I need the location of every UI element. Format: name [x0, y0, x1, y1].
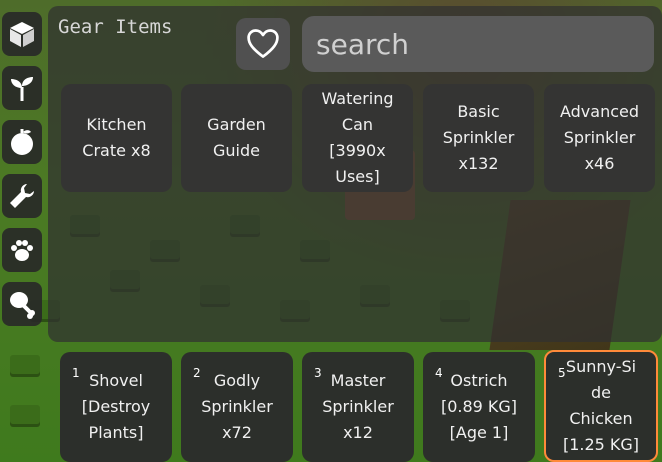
heart-icon	[247, 29, 279, 58]
fruit-icon	[11, 129, 33, 155]
favorites-button[interactable]	[236, 18, 290, 70]
category-pets[interactable]	[2, 228, 42, 272]
hotbar-slot-3[interactable]: 3 Master Sprinkler x12	[302, 352, 414, 462]
slot-label: Godly Sprinkler x72	[201, 371, 273, 442]
item-label: Garden Guide	[207, 115, 266, 160]
drumstick-icon	[10, 292, 35, 319]
slot-label: Master Sprinkler x12	[322, 371, 394, 442]
slot-number: 2	[193, 366, 201, 380]
category-fruits[interactable]	[2, 120, 42, 164]
grass-tile	[10, 405, 40, 427]
grass-tile	[10, 355, 40, 377]
slot-number: 5	[558, 366, 566, 380]
gear-item[interactable]: Garden Guide	[181, 84, 292, 192]
hotbar-slot-5-selected[interactable]: 5 Sunny-Si de Chicken [1.25 KG]	[544, 350, 658, 462]
paw-icon	[11, 240, 33, 261]
hotbar-slot-1[interactable]: 1 Shovel [Destroy Plants]	[60, 352, 172, 462]
category-seeds[interactable]	[2, 66, 42, 110]
gear-item[interactable]: Watering Can [3990x Uses]	[302, 84, 413, 192]
panel-title: Gear Items	[58, 16, 173, 38]
hotbar-slot-4[interactable]: 4 Ostrich [0.89 KG] [Age 1]	[423, 352, 535, 462]
slot-number: 4	[435, 366, 443, 380]
category-sidebar	[0, 10, 46, 330]
search-input[interactable]	[302, 16, 654, 72]
crate-icon	[10, 22, 34, 47]
hotbar-slot-2[interactable]: 2 Godly Sprinkler x72	[181, 352, 293, 462]
wrench-icon	[10, 184, 34, 208]
item-label: Basic Sprinkler x132	[442, 102, 515, 173]
slot-label: Sunny-Si de Chicken [1.25 KG]	[562, 357, 640, 454]
slot-number: 1	[72, 366, 80, 380]
item-label: Advanced Sprinkler x46	[559, 102, 640, 173]
gear-item[interactable]: Advanced Sprinkler x46	[544, 84, 655, 192]
category-food[interactable]	[2, 282, 42, 326]
gear-item[interactable]: Basic Sprinkler x132	[423, 84, 534, 192]
item-label: Watering Can [3990x Uses]	[321, 89, 394, 186]
slot-label: Shovel [Destroy Plants]	[81, 371, 151, 442]
category-crate[interactable]	[2, 12, 42, 56]
slot-label: Ostrich [0.89 KG] [Age 1]	[440, 371, 518, 442]
gear-item[interactable]: Kitchen Crate x8	[61, 84, 172, 192]
item-label: Kitchen Crate x8	[82, 115, 151, 160]
sprout-icon	[11, 77, 33, 101]
slot-number: 3	[314, 366, 322, 380]
category-gear[interactable]	[2, 174, 42, 218]
